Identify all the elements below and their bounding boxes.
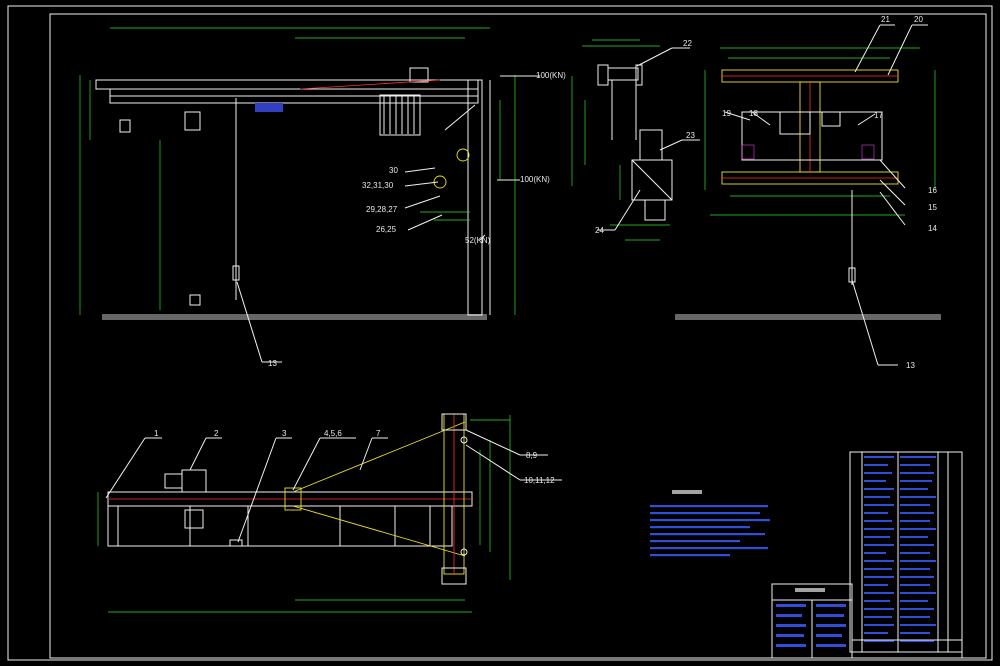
part-label-8-9: 8,9 [526,451,538,460]
part-label-23: 23 [686,131,695,140]
part-label-22: 22 [683,39,692,48]
end-view-ground [675,314,941,320]
part-label-4-5-6: 4,5,6 [324,429,342,438]
part-label-26-25: 26,25 [376,225,397,234]
part-label-32-31-30: 32,31,30 [362,181,394,190]
centerline [299,79,441,90]
part-label-20: 20 [914,15,923,24]
technical-notes [650,490,770,557]
plan-view [97,413,562,613]
part-label-10-11-12: 10,11,12 [524,476,555,485]
part-label-7: 7 [376,429,381,438]
end-view-body [741,111,883,161]
part-label-24: 24 [595,226,604,235]
load-label-mid: 100(KN) [520,175,550,184]
part-label-13-right: 13 [906,361,915,370]
part-label-2: 2 [214,429,219,438]
trolley-left [184,111,201,131]
end-view [675,24,941,366]
plan-tie-rod-lower [292,505,466,557]
load-label-top: 100(KN) [536,71,566,80]
part-label-14: 14 [928,224,937,233]
part-label-29-28-27: 29,28,27 [366,205,398,214]
part-label-13-left: 13 [268,359,277,368]
parts-list-table [849,451,963,653]
side-view [571,39,700,241]
part-label-30: 30 [389,166,398,175]
part-label-18: 18 [749,109,758,118]
part-label-19: 19 [722,109,731,118]
front-column [467,79,483,316]
front-view-ground [102,314,487,320]
part-label-1: 1 [154,429,159,438]
cad-drawing-canvas: 100(KN) 100(KN) 52(KN) 30 32,31,30 29,28… [7,5,993,661]
part-label-3: 3 [282,429,287,438]
front-view [79,27,540,363]
upper-wheel [456,148,470,162]
title-block [771,583,963,659]
part-label-17: 17 [874,111,883,120]
nameplate [255,103,283,112]
part-label-15: 15 [928,203,937,212]
plan-hoist [181,469,207,493]
part-label-16: 16 [928,186,937,195]
part-label-21: 21 [881,15,890,24]
inner-frame [49,13,987,659]
plan-trolley-track [107,505,453,547]
load-label-bottom: 52(KN) [465,236,491,245]
